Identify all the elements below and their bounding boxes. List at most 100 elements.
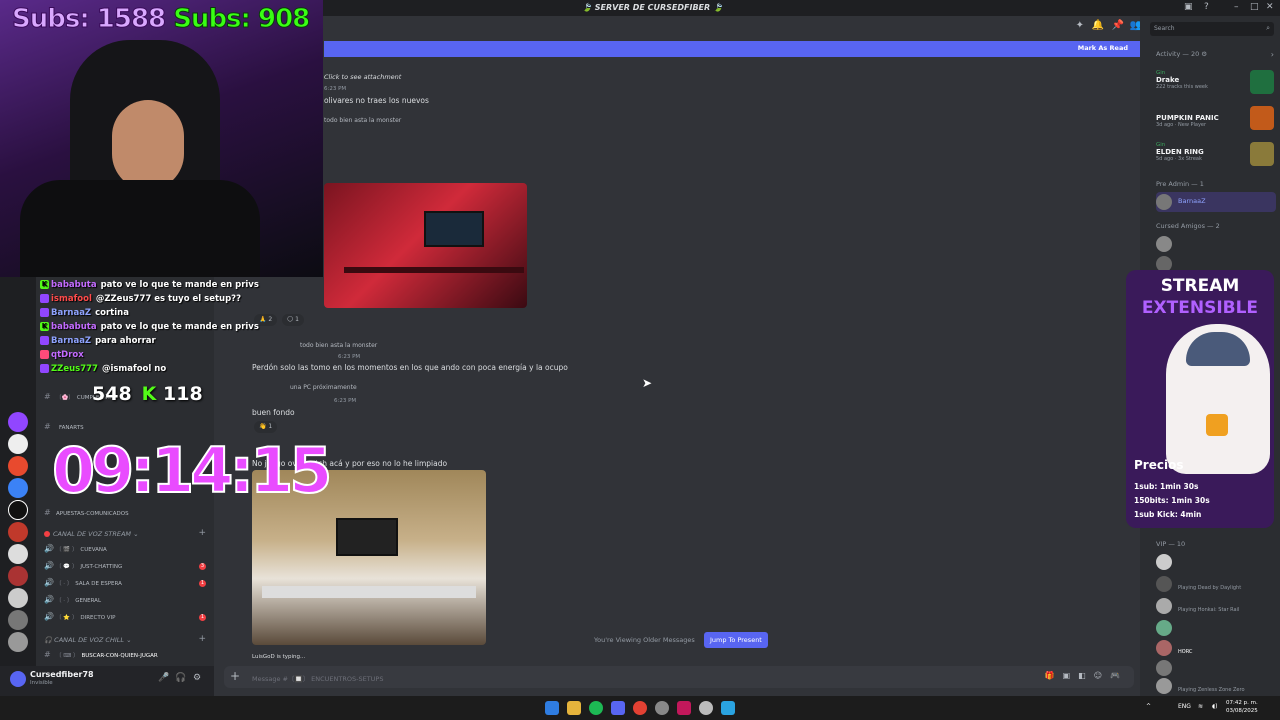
- voice-channel-sala-de-espera[interactable]: 🔊 〔 · 〕 SALA DE ESPERA 1: [44, 578, 214, 591]
- avatar: [1156, 660, 1172, 676]
- member-item[interactable]: BarnaaZ: [1156, 192, 1276, 212]
- avatar: [1156, 194, 1172, 210]
- wifi-icon[interactable]: ≋: [1198, 703, 1203, 710]
- activity-item[interactable]: PUMPKIN PANIC 3d ago · New Player: [1156, 106, 1276, 130]
- kick-badge-icon: K: [40, 322, 49, 331]
- server-icon[interactable]: [8, 610, 28, 630]
- mark-as-read-button[interactable]: Mark As Read: [1078, 44, 1128, 52]
- gear-icon[interactable]: ⚙: [193, 673, 201, 683]
- avatar: [1156, 640, 1172, 656]
- microphone-icon[interactable]: 🎤: [158, 673, 169, 683]
- help-icon[interactable]: ?: [1204, 2, 1209, 12]
- channel-item[interactable]: # APUESTAS-COMUNICADOS: [44, 508, 214, 521]
- message-input[interactable]: Message #〔🔲〕 ENCUENTROS-SETUPS: [252, 673, 383, 683]
- member-item[interactable]: HORC: [1156, 638, 1276, 658]
- member-item[interactable]: [1156, 618, 1276, 638]
- voice-category[interactable]: CANAL DE VOZ STREAM ⌄: [44, 530, 139, 538]
- inbox-icon[interactable]: ▣: [1184, 2, 1193, 12]
- webcam-overlay: Subs: 1588 Subs: 908: [0, 0, 323, 277]
- twitch-badge-icon: [40, 294, 49, 303]
- reply-preview[interactable]: todo bien asta la monster: [324, 117, 401, 124]
- headphones-icon[interactable]: 🎧: [175, 673, 186, 683]
- activity-item[interactable]: Gin ELDEN RING 5d ago · 3x Streak: [1156, 142, 1276, 166]
- add-channel-icon[interactable]: +: [198, 528, 206, 538]
- role-header-cursed-amigos: Cursed Amigos — 2: [1156, 222, 1220, 230]
- file-explorer-icon[interactable]: [567, 701, 581, 715]
- language-indicator[interactable]: ENG: [1178, 703, 1191, 710]
- settings-icon[interactable]: [699, 701, 713, 715]
- avatar: [1156, 678, 1172, 694]
- chevron-right-icon[interactable]: ›: [1271, 50, 1274, 59]
- avatar: [1156, 598, 1172, 614]
- stream-chat-line: ZZeus777 @ismafool no: [40, 364, 320, 378]
- member-item[interactable]: Playing Dead by Daylight: [1156, 574, 1276, 594]
- server-icon[interactable]: [8, 566, 28, 586]
- text-channel-buscar[interactable]: # 〔 ⌨ 〕 BUSCAR-CON-QUIEN-JUGAR: [44, 650, 214, 663]
- price-line: 150bits: 1min 30s: [1134, 496, 1210, 505]
- chrome-icon[interactable]: [633, 701, 647, 715]
- reaction-chip[interactable]: 👋 1: [254, 421, 278, 433]
- composer-icons[interactable]: 🎁▣◧☺🎮: [1045, 671, 1128, 680]
- windows-start-icon[interactable]: [545, 701, 559, 715]
- chevron-up-icon[interactable]: ^: [1146, 703, 1151, 710]
- chill-category[interactable]: 🎧 CANAL DE VOZ CHILL ⌄: [44, 636, 132, 644]
- attachment-link[interactable]: Click to see attachment: [324, 73, 401, 81]
- server-icon[interactable]: [8, 632, 28, 652]
- server-icon[interactable]: [8, 588, 28, 608]
- telegram-icon[interactable]: [721, 701, 735, 715]
- twitch-badge-icon: [40, 336, 49, 345]
- jump-to-present-button[interactable]: Jump To Present: [704, 632, 768, 648]
- speaker-icon: 🔊: [44, 561, 54, 570]
- price-line: 1sub Kick: 4min: [1134, 510, 1202, 519]
- message-composer[interactable]: + Message #〔🔲〕 ENCUENTROS-SETUPS 🎁▣◧☺🎮: [224, 666, 1134, 688]
- add-attachment-icon[interactable]: +: [230, 669, 240, 683]
- server-icon[interactable]: [8, 478, 28, 498]
- voice-channel-just-chatting[interactable]: 🔊 〔 💬 〕 JUST-CHATTING 3: [44, 561, 214, 574]
- server-icon[interactable]: [8, 456, 28, 476]
- minimize-button[interactable]: –: [1234, 2, 1239, 12]
- price-line: 1sub: 1min 30s: [1134, 482, 1199, 491]
- server-icon[interactable]: [8, 434, 28, 454]
- maximize-button[interactable]: □: [1250, 2, 1259, 12]
- server-icon[interactable]: [8, 412, 28, 432]
- member-item[interactable]: Playing Honkai: Star Rail: [1156, 596, 1276, 616]
- activity-item[interactable]: Gin Drake 222 tracks this week: [1156, 70, 1276, 94]
- app-icon[interactable]: [677, 701, 691, 715]
- card-subtitle: EXTENSIBLE: [1141, 298, 1259, 318]
- mouse-cursor-icon: ➤: [642, 376, 653, 390]
- spotify-icon[interactable]: [589, 701, 603, 715]
- member-item[interactable]: [1156, 658, 1276, 678]
- server-icon[interactable]: [8, 500, 28, 520]
- voice-channel-cuevana[interactable]: 🔊 〔 🎬 〕 CUEVANA: [44, 544, 214, 557]
- member-item[interactable]: [1156, 552, 1276, 572]
- server-icon[interactable]: [8, 522, 28, 542]
- pin-icon[interactable]: 📌: [1112, 20, 1124, 31]
- close-button[interactable]: ✕: [1266, 2, 1274, 12]
- voice-channel-general[interactable]: 🔊 〔 · 〕 GENERAL: [44, 595, 214, 608]
- discord-icon[interactable]: [611, 701, 625, 715]
- twitch-badge-icon: [40, 308, 49, 317]
- voice-channel-directo-vip[interactable]: 🔊 〔 ⭐ 〕 DIRECTO VIP 1: [44, 612, 214, 625]
- threads-icon[interactable]: ✦: [1076, 20, 1084, 31]
- stream-chat-line: BarnaaZ cortina: [40, 308, 320, 322]
- member-item[interactable]: Playing Zenless Zone Zero: [1156, 676, 1276, 696]
- setup-photo[interactable]: [324, 183, 527, 308]
- message-timestamp: 6:23 PM: [324, 86, 347, 92]
- member-item[interactable]: [1156, 234, 1276, 254]
- hash-icon: #: [44, 422, 51, 431]
- activity-header[interactable]: Activity — 20 ⚙: [1156, 50, 1207, 58]
- heart-badge-icon: [40, 350, 49, 359]
- add-channel-icon[interactable]: +: [198, 634, 206, 644]
- reply-preview[interactable]: una PC próximamente: [290, 384, 357, 391]
- avatar[interactable]: [10, 671, 26, 687]
- card-title: STREAM: [1160, 276, 1240, 296]
- bell-icon[interactable]: 🔔: [1092, 20, 1104, 31]
- system-clock[interactable]: 07:42 p. m. 03/08/2025: [1226, 699, 1258, 715]
- kick-logo-icon: K: [141, 383, 157, 405]
- headphones-icon: 🎧: [44, 636, 55, 644]
- search-input[interactable]: Search: [1150, 22, 1274, 36]
- hash-icon: #: [44, 392, 51, 401]
- obs-icon[interactable]: [655, 701, 669, 715]
- volume-icon[interactable]: ◖): [1212, 703, 1218, 710]
- server-icon[interactable]: [8, 544, 28, 564]
